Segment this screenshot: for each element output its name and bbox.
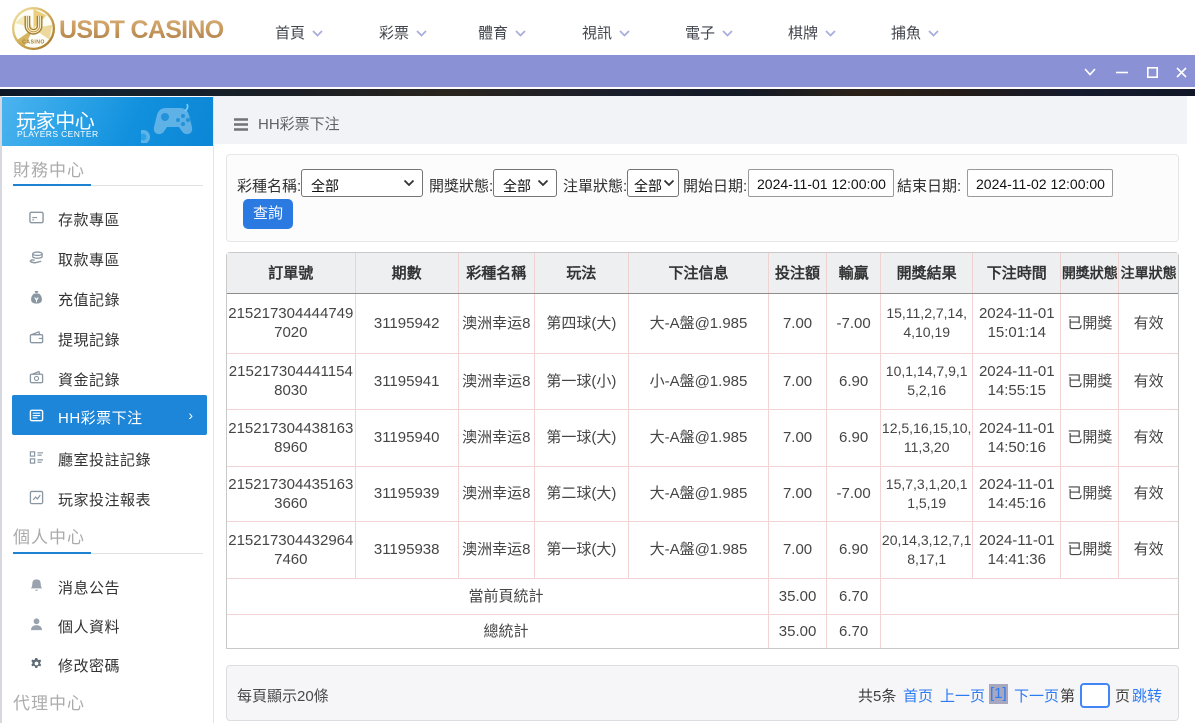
svg-text:CASINO: CASINO <box>22 40 45 46</box>
